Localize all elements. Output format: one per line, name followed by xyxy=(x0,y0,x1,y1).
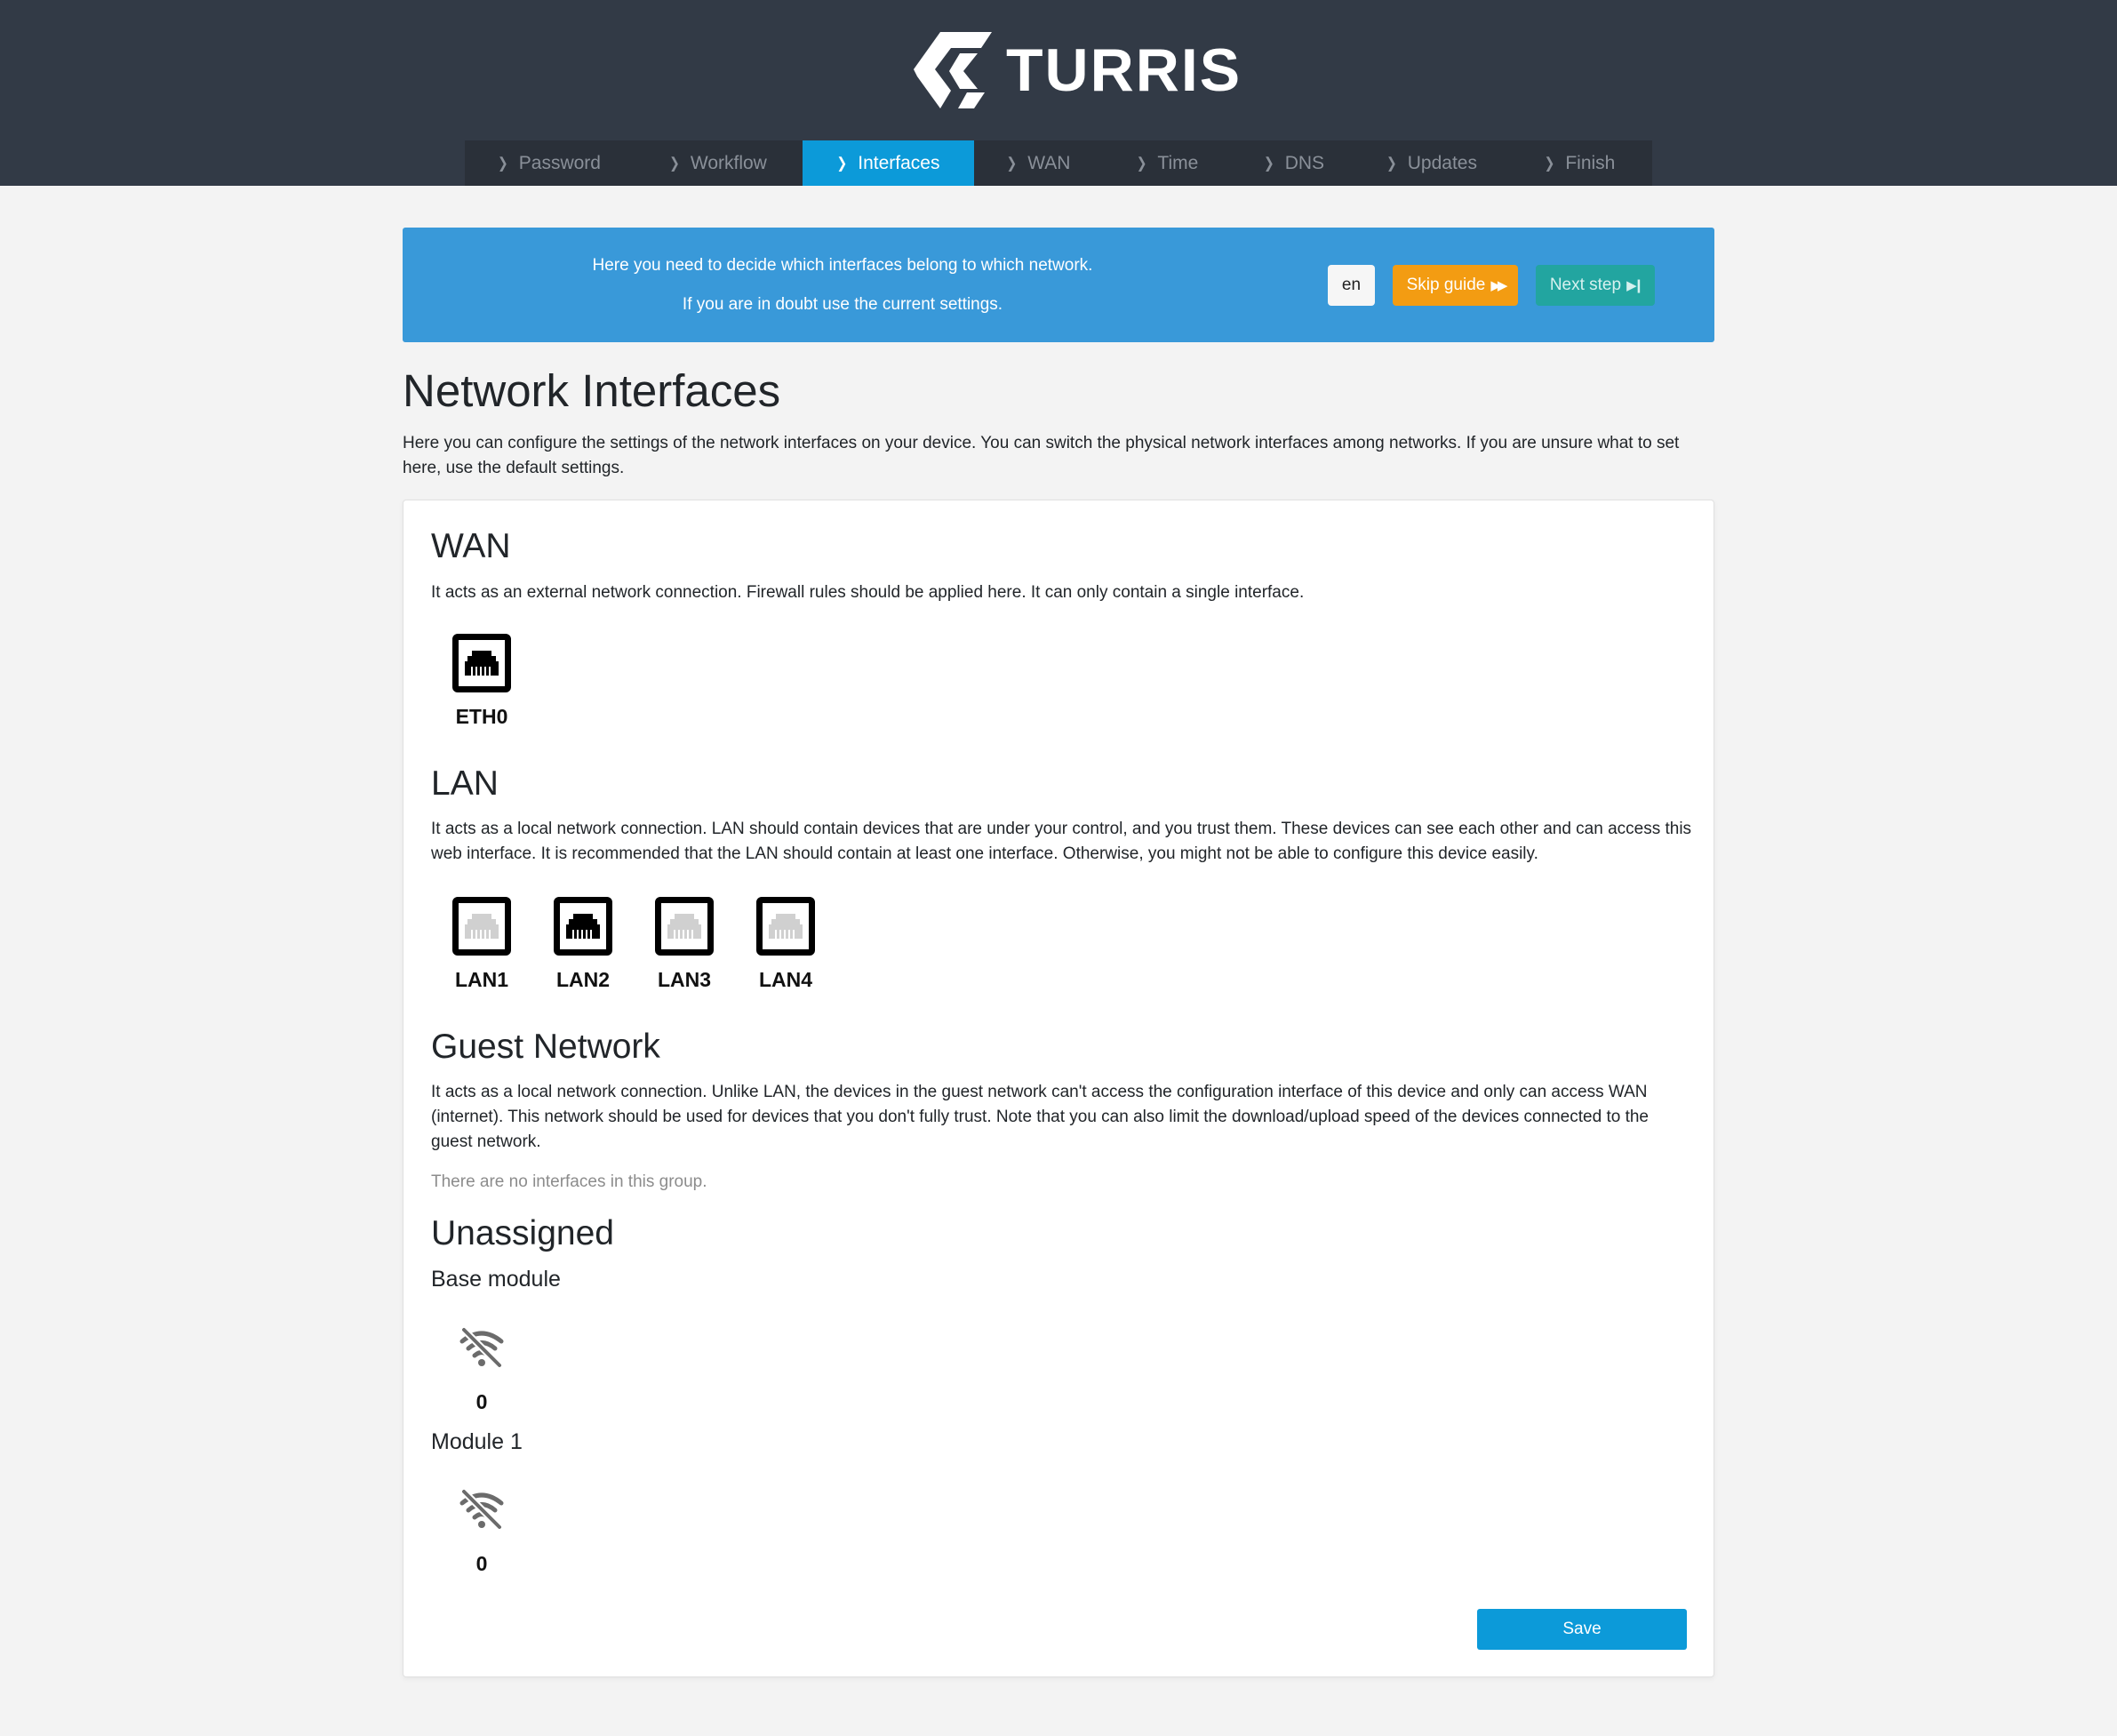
interface-lan1[interactable]: LAN1 xyxy=(437,897,526,992)
nav-step-password[interactable]: ❯ Password xyxy=(465,140,634,186)
fast-forward-icon: ▶▶ xyxy=(1490,278,1507,293)
nav-step-interfaces[interactable]: ❯ Interfaces xyxy=(803,140,974,186)
nav-step-wan[interactable]: ❯ WAN xyxy=(974,140,1103,186)
wan-section-title: WAN xyxy=(431,527,511,565)
nav-step-dns[interactable]: ❯ DNS xyxy=(1232,140,1356,186)
chevron-right-icon: ❯ xyxy=(1386,154,1397,172)
guide-banner: Here you need to decide which interfaces… xyxy=(403,228,1714,342)
interface-base-module-wifi-0[interactable]: 0 xyxy=(437,1327,526,1414)
wifi-off-icon xyxy=(459,1489,504,1530)
chevron-right-icon: ❯ xyxy=(669,154,680,172)
nav-step-updates[interactable]: ❯ Updates xyxy=(1356,140,1507,186)
ethernet-port-icon xyxy=(452,634,511,692)
nav-step-time[interactable]: ❯ Time xyxy=(1103,140,1232,186)
nav-step-workflow[interactable]: ❯ Workflow xyxy=(634,140,803,186)
guide-text-line: If you are in doubt use the current sett… xyxy=(682,294,1003,314)
nav-step-label: Workflow xyxy=(690,152,767,173)
interface-label: LAN4 xyxy=(758,968,813,991)
page-title: Network Interfaces xyxy=(403,365,781,416)
nav-step-label: Time xyxy=(1157,152,1199,173)
wifi-off-icon xyxy=(459,1327,504,1368)
nav-step-label: Finish xyxy=(1565,152,1616,173)
interface-lan4[interactable]: LAN4 xyxy=(741,897,830,992)
chevron-right-icon: ❯ xyxy=(1006,154,1018,172)
skip-guide-button[interactable]: Skip guide ▶▶ xyxy=(1393,265,1518,306)
interface-label: LAN3 xyxy=(657,968,712,991)
interface-label: 0 xyxy=(475,1390,488,1413)
base-module-title: Base module xyxy=(431,1267,561,1292)
guest-section-description: It acts as a local network connection. U… xyxy=(431,1083,1649,1151)
chevron-right-icon: ❯ xyxy=(836,154,848,172)
interface-lan3[interactable]: LAN3 xyxy=(640,897,729,992)
nav-step-label: WAN xyxy=(1027,152,1071,173)
wan-section-description: It acts as an external network connectio… xyxy=(431,583,1305,602)
next-step-button[interactable]: Next step ▶❙ xyxy=(1536,265,1655,306)
lan-section-title: LAN xyxy=(431,764,499,803)
interface-label: 0 xyxy=(475,1552,488,1575)
guest-empty-note: There are no interfaces in this group. xyxy=(431,1172,707,1191)
nav-step-label: Interfaces xyxy=(858,152,940,173)
ethernet-port-icon xyxy=(655,897,714,956)
nav-step-label: Updates xyxy=(1407,152,1477,173)
nav-step-finish[interactable]: ❯ Finish xyxy=(1507,140,1652,186)
step-forward-icon: ▶❙ xyxy=(1626,278,1644,293)
chevron-right-icon: ❯ xyxy=(1263,154,1274,172)
interface-lan2[interactable]: LAN2 xyxy=(539,897,627,992)
interface-module-1-wifi-0[interactable]: 0 xyxy=(437,1489,526,1576)
module-1-title: Module 1 xyxy=(431,1429,523,1454)
interface-label: ETH0 xyxy=(455,705,508,728)
interfaces-card: WAN It acts as an external network conne… xyxy=(403,500,1714,1677)
ethernet-port-icon xyxy=(554,897,612,956)
guide-message: Here you need to decide which interfaces… xyxy=(403,228,1282,342)
wizard-steps-nav: ❯ Password ❯ Workflow ❯ Interfaces ❯ WAN… xyxy=(465,140,1652,186)
unassigned-section-title: Unassigned xyxy=(431,1214,614,1252)
ethernet-port-icon xyxy=(452,897,511,956)
chevron-right-icon: ❯ xyxy=(1544,154,1555,172)
turris-logo-icon xyxy=(914,32,992,108)
top-header: TURRIS ❯ Password ❯ Workflow ❯ Interface… xyxy=(0,0,2117,186)
page-description: Here you can configure the settings of t… xyxy=(403,434,1680,477)
lan-section-description: It acts as a local network connection. L… xyxy=(431,820,1692,863)
brand-name: TURRIS xyxy=(1006,36,1242,104)
chevron-right-icon: ❯ xyxy=(1136,154,1147,172)
ethernet-port-icon xyxy=(756,897,815,956)
save-button[interactable]: Save xyxy=(1477,1609,1687,1650)
language-button[interactable]: en xyxy=(1328,265,1375,306)
nav-step-label: Password xyxy=(518,152,601,173)
turris-logo[interactable]: TURRIS xyxy=(914,32,1242,108)
next-step-label: Next step xyxy=(1549,276,1622,294)
interface-eth0[interactable]: ETH0 xyxy=(437,634,526,729)
interface-label: LAN2 xyxy=(555,968,611,991)
chevron-right-icon: ❯ xyxy=(498,154,508,172)
guide-text-line: Here you need to decide which interfaces… xyxy=(592,255,1093,275)
nav-step-label: DNS xyxy=(1284,152,1325,173)
guest-section-title: Guest Network xyxy=(431,1028,660,1066)
skip-guide-label: Skip guide xyxy=(1406,276,1486,294)
interface-label: LAN1 xyxy=(454,968,509,991)
